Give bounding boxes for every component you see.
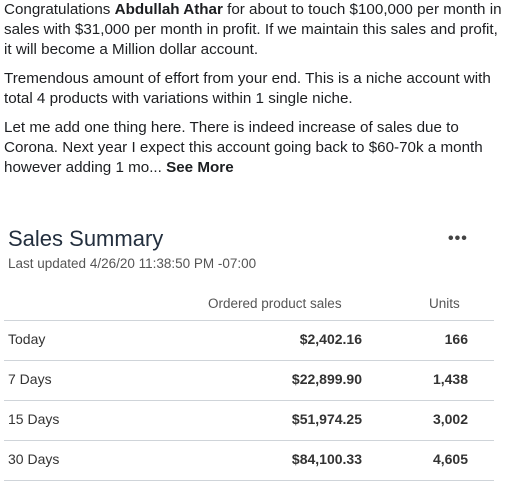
row-units: 4,605 bbox=[432, 451, 468, 467]
table-row: 15 Days $51,974.25 3,002 bbox=[4, 400, 494, 440]
post-paragraph-1: Congratulations Abdullah Athar for about… bbox=[4, 0, 508, 60]
post-text: Congratulations Abdullah Athar for about… bbox=[4, 0, 508, 187]
row-sales: $51,974.25 bbox=[291, 411, 362, 427]
post-paragraph-3: Let me add one thing here. There is inde… bbox=[4, 118, 508, 178]
sales-summary-card: Sales Summary ••• Last updated 4/26/20 1… bbox=[0, 210, 512, 491]
see-more-link[interactable]: See More bbox=[166, 159, 234, 176]
table-bottom-divider bbox=[4, 480, 494, 481]
column-header-units: Units bbox=[429, 296, 460, 311]
row-sales: $22,899.90 bbox=[291, 371, 362, 387]
table-row: Today $2,402.16 166 bbox=[4, 320, 494, 360]
row-units: 166 bbox=[444, 331, 468, 347]
table-row: 30 Days $84,100.33 4,605 bbox=[4, 440, 494, 480]
row-units: 3,002 bbox=[432, 411, 468, 427]
last-updated-text: Last updated 4/26/20 11:38:50 PM -07:00 bbox=[8, 256, 257, 271]
table-row: 7 Days $22,899.90 1,438 bbox=[4, 360, 494, 400]
row-period: Today bbox=[8, 331, 46, 347]
row-period: 7 Days bbox=[8, 371, 52, 387]
column-header-sales: Ordered product sales bbox=[208, 296, 342, 311]
row-period: 30 Days bbox=[8, 451, 60, 467]
mentioned-user[interactable]: Abdullah Athar bbox=[115, 1, 223, 18]
row-period: 15 Days bbox=[8, 411, 60, 427]
more-options-icon[interactable]: ••• bbox=[448, 230, 468, 248]
post-paragraph-2: Tremendous amount of effort from your en… bbox=[4, 70, 491, 107]
post-text-truncated: Let me add one thing here. There is inde… bbox=[4, 119, 483, 176]
row-units: 1,438 bbox=[432, 371, 468, 387]
row-sales: $2,402.16 bbox=[299, 331, 362, 347]
card-title: Sales Summary bbox=[8, 226, 164, 251]
post-text-intro: Congratulations bbox=[4, 1, 115, 18]
row-sales: $84,100.33 bbox=[291, 451, 362, 467]
